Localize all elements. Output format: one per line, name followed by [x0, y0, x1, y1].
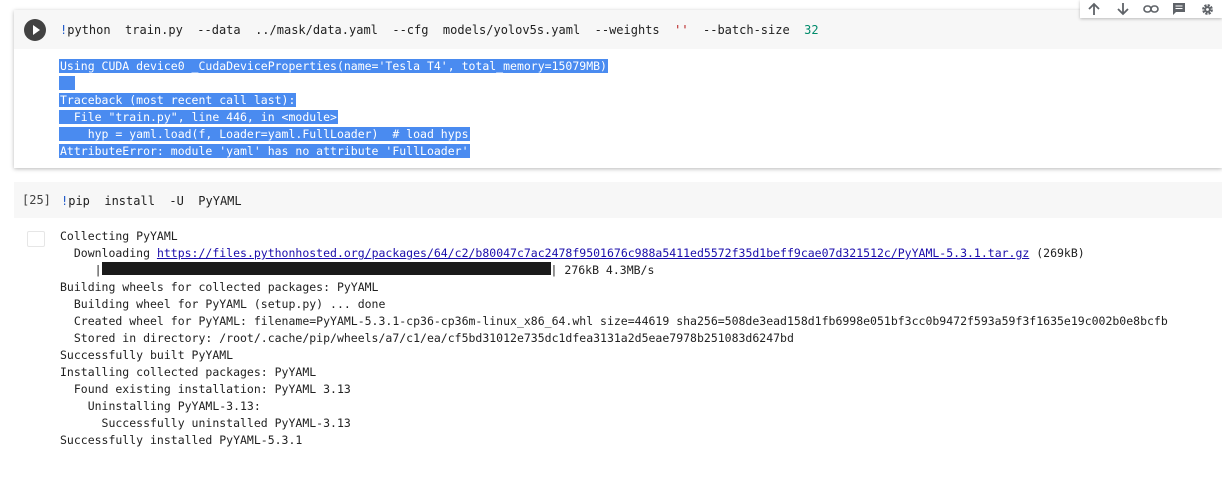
code-cell-train[interactable]: !python train.py --data ../mask/data.yam…	[14, 10, 1222, 168]
output-line: Stored in directory: /root/.cache/pip/wh…	[60, 331, 794, 345]
code-command: python train.py --data ../mask/data.yaml…	[67, 23, 675, 37]
output-line: Using CUDA device0 _CudaDeviceProperties…	[59, 59, 608, 73]
link-icon[interactable]	[1142, 1, 1160, 17]
arrow-down-icon[interactable]	[1114, 1, 1132, 17]
cell-output[interactable]: Using CUDA device0 _CudaDeviceProperties…	[59, 58, 1209, 160]
code-command: pip install -U PyYAML	[68, 194, 242, 208]
code-cell-pip-install[interactable]: [25] !pip install -U PyYAML Collecting P…	[14, 182, 1222, 488]
output-line: hyp = yaml.load(f, Loader=yaml.FullLoade…	[59, 127, 470, 141]
output-line: Successfully built PyYAML	[60, 348, 234, 362]
output-icon[interactable]	[27, 231, 45, 247]
execution-count: [25]	[22, 193, 51, 207]
output-line: Successfully uninstalled PyYAML-3.13	[60, 416, 351, 430]
code-editor[interactable]: !python train.py --data ../mask/data.yam…	[14, 10, 1222, 49]
output-line: Installing collected packages: PyYAML	[60, 365, 317, 379]
code-number: 32	[804, 23, 819, 37]
output-line: Found existing installation: PyYAML 3.13	[60, 382, 351, 396]
code-line[interactable]: !python train.py --data ../mask/data.yam…	[60, 22, 819, 38]
code-string: ''	[674, 23, 689, 37]
output-line	[59, 75, 1209, 92]
output-line: File "train.py", line 446, in <module>	[59, 110, 338, 124]
gear-icon[interactable]	[1199, 1, 1217, 17]
output-line: Successfully installed PyYAML-5.3.1	[60, 433, 303, 447]
code-args: --batch-size	[688, 23, 805, 37]
progress-bar	[101, 262, 551, 275]
cell-toolbar	[1080, 0, 1222, 18]
progress-line: | | 276kB 4.3MB/s	[60, 262, 655, 277]
output-line: AttributeError: module 'yaml' has no att…	[59, 144, 470, 158]
output-line: Building wheels for collected packages: …	[60, 280, 379, 294]
output-line: Building wheel for PyYAML (setup.py) ...…	[60, 297, 386, 311]
code-line[interactable]: !pip install -U PyYAML	[61, 193, 242, 209]
output-line: Downloading https://files.pythonhosted.o…	[60, 246, 1085, 260]
code-editor[interactable]: [25] !pip install -U PyYAML	[14, 182, 1222, 218]
output-line: Uninstalling PyYAML-3.13:	[60, 399, 261, 413]
arrow-up-icon[interactable]	[1085, 1, 1103, 17]
output-line: Created wheel for PyYAML: filename=PyYAM…	[60, 314, 1168, 328]
output-line: Traceback (most recent call last):	[59, 93, 297, 107]
download-link[interactable]: https://files.pythonhosted.org/packages/…	[157, 246, 1029, 260]
run-cell-button[interactable]	[24, 19, 46, 41]
comment-icon[interactable]	[1170, 1, 1188, 17]
cell-output[interactable]: Collecting PyYAML Downloading https://fi…	[60, 228, 1210, 449]
output-line: Collecting PyYAML	[60, 229, 178, 243]
